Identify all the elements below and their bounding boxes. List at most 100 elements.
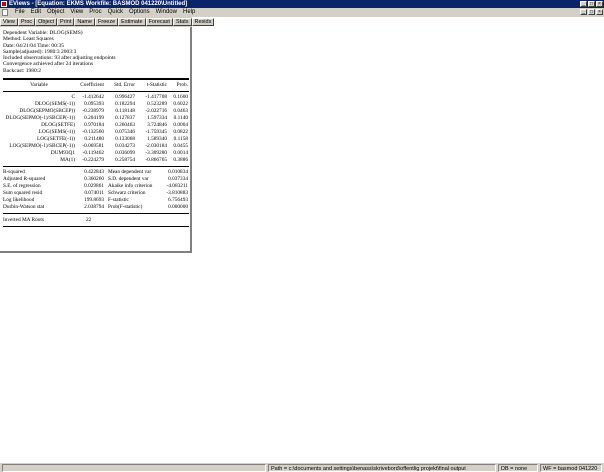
table-row: LOG(SETFE(-1)) 0.211480 0.133068 1.58934… <box>0 136 190 143</box>
t-statistic-value: 3.724846 <box>147 122 167 128</box>
ma-roots-row: Inverted MA Roots 22 <box>0 217 190 224</box>
freeze-button[interactable]: Freeze <box>95 18 119 26</box>
stat-value: 0.422843 <box>84 169 104 175</box>
title-bar: EViews - [Equation: EKMS Workfile: BASMO… <box>0 0 604 8</box>
menu-help[interactable]: Help <box>180 8 198 17</box>
menu-quick[interactable]: Quick <box>105 8 126 17</box>
menu-view[interactable]: View <box>67 8 86 17</box>
col-prob: Prob. <box>176 82 188 88</box>
prob-value: 0.0455 <box>173 143 188 149</box>
std-error-value: 0.034273 <box>115 143 135 149</box>
variable-name: DLOG(SEPMO(SBCEP)) <box>19 108 75 114</box>
coefficient-value: -0.069581 <box>82 143 104 149</box>
stat-row: Durbin-Watson stat 2.038794 Prob(F-stati… <box>0 204 190 211</box>
table-row: DLOG(SEPMO(-1)/SBCEP(-1)) 0.204199 0.127… <box>0 115 190 122</box>
resids-button[interactable]: Resids <box>191 18 215 26</box>
coefficient-table-header: Variable Coefficient Std. Error t-Statis… <box>0 82 190 89</box>
stat-row: R-squared 0.422843 Mean dependent var 0.… <box>0 169 190 176</box>
stat-label: Adjusted R-squared <box>3 176 46 182</box>
eviews-app-icon[interactable] <box>1 1 7 7</box>
menu-proc[interactable]: Proc <box>86 8 104 17</box>
document-controls: _ □ × <box>580 9 603 15</box>
doc-minimize-button[interactable]: _ <box>580 9 587 15</box>
proc-button[interactable]: Proc <box>17 18 36 26</box>
col-variable: Variable <box>30 82 48 88</box>
menu-edit[interactable]: Edit <box>28 8 44 17</box>
name-button[interactable]: Name <box>74 18 96 26</box>
prob-value: 0.0004 <box>173 122 188 128</box>
std-error-value: 0.075346 <box>115 129 135 135</box>
table-row: DLOG(SEPMO(SBCEP)) -0.238979 0.118148 -2… <box>0 108 190 115</box>
variable-name: MA(1) <box>60 157 75 163</box>
ma-roots-label: Inverted MA Roots <box>3 217 44 223</box>
menu-bar: File Edit Object View Proc Quick Options… <box>0 8 604 17</box>
stat-label: Akaike info criterion <box>108 183 153 189</box>
stat-value: 0.029861 <box>84 183 104 189</box>
stat-value: 0.010834 <box>168 169 188 175</box>
stats-button[interactable]: Stats <box>172 18 192 26</box>
t-statistic-value: -1.417708 <box>145 94 167 100</box>
doc-restore-button[interactable]: □ <box>588 9 595 15</box>
t-statistic-value: 1.589340 <box>147 136 167 142</box>
stat-value: 2.038794 <box>84 204 104 210</box>
t-statistic-value: -2.030184 <box>145 143 167 149</box>
variable-name: LOG(SEMS(-1)) <box>38 129 75 135</box>
view-button[interactable]: View <box>0 18 18 26</box>
coefficient-value: -1.412642 <box>82 94 104 100</box>
t-statistic-value: -3.309280 <box>145 150 167 156</box>
t-statistic-value: 1.597334 <box>147 115 167 121</box>
menu-object[interactable]: Object <box>44 8 67 17</box>
variable-name: LOG(SEPMO(-1)/SBCEP(-1)) <box>9 143 75 149</box>
stats-top-rule <box>3 166 189 167</box>
variable-name: C <box>71 94 75 100</box>
variable-name: DLOG(SEPMO(-1)/SBCEP(-1)) <box>5 115 75 121</box>
status-path: Path = c:\documents and settings\benass\… <box>268 464 496 472</box>
coefficient-value: 0.204199 <box>84 115 104 121</box>
stat-value: 0.360260 <box>84 176 104 182</box>
ma-roots-value: 22 <box>86 217 92 223</box>
stat-label: R-squared <box>3 169 25 175</box>
object-button[interactable]: Object <box>35 18 58 26</box>
stat-label: Prob(F-statistic) <box>108 204 143 210</box>
menu-options[interactable]: Options <box>126 8 153 17</box>
stat-label: Mean dependent var <box>108 169 152 175</box>
stat-row: S.E. of regression 0.029861 Akaike info … <box>0 183 190 190</box>
header-rule <box>3 91 189 92</box>
stat-row: Adjusted R-squared 0.360260 S.D. depende… <box>0 176 190 183</box>
doc-close-button[interactable]: × <box>596 9 603 15</box>
stat-label: S.D. dependent var <box>108 176 149 182</box>
minimize-button[interactable]: _ <box>580 1 587 7</box>
close-button[interactable]: × <box>596 1 603 7</box>
backcast: Backcast: 1980:2 <box>3 67 42 74</box>
std-error-value: 0.260463 <box>115 122 135 128</box>
std-error-value: 0.182294 <box>115 101 135 107</box>
table-row: DLOG(SEMS(-1)) 0.095393 0.182294 0.52328… <box>0 101 190 108</box>
stat-label: F-statistic <box>108 197 129 203</box>
stats-bottom-rule <box>3 213 189 214</box>
table-row: C -1.412642 0.996427 -1.417708 0.1600 <box>0 94 190 101</box>
stat-label: S.E. of regression <box>3 183 41 189</box>
stat-value: 0.037334 <box>168 176 188 182</box>
coefficient-value: 0.095393 <box>84 101 104 107</box>
variable-name: DUM93Q1 <box>50 150 75 156</box>
prob-value: 0.1140 <box>173 115 188 121</box>
status-message <box>2 464 266 472</box>
std-error-value: 0.118148 <box>115 108 135 114</box>
menu-file[interactable]: File <box>12 8 28 17</box>
estimate-button[interactable]: Estimate <box>118 18 146 26</box>
menu-window[interactable]: Window <box>153 8 180 17</box>
stat-value: 0.074011 <box>84 190 104 196</box>
print-button[interactable]: Print <box>57 18 75 26</box>
table-row: LOG(SEMS(-1)) -0.132560 0.075346 -1.7593… <box>0 129 190 136</box>
t-statistic-value: -0.866765 <box>145 157 167 163</box>
forecast-button[interactable]: Forecast <box>145 18 173 26</box>
coefficient-value: 0.211480 <box>84 136 104 142</box>
stat-label: Sum squared resid <box>3 190 43 196</box>
document-icon[interactable] <box>2 9 8 16</box>
table-row: MA(1) -0.224279 0.258754 -0.866765 0.388… <box>0 157 190 164</box>
col-std-error: Std. Error <box>114 82 135 88</box>
output-header: Dependent Variable: DLOG(SEMS) Method: L… <box>3 30 116 74</box>
estimation-output: Dependent Variable: DLOG(SEMS) Method: L… <box>0 27 192 253</box>
window-title: EViews - [Equation: EKMS Workfile: BASMO… <box>9 1 188 7</box>
maximize-button[interactable]: □ <box>588 1 595 7</box>
